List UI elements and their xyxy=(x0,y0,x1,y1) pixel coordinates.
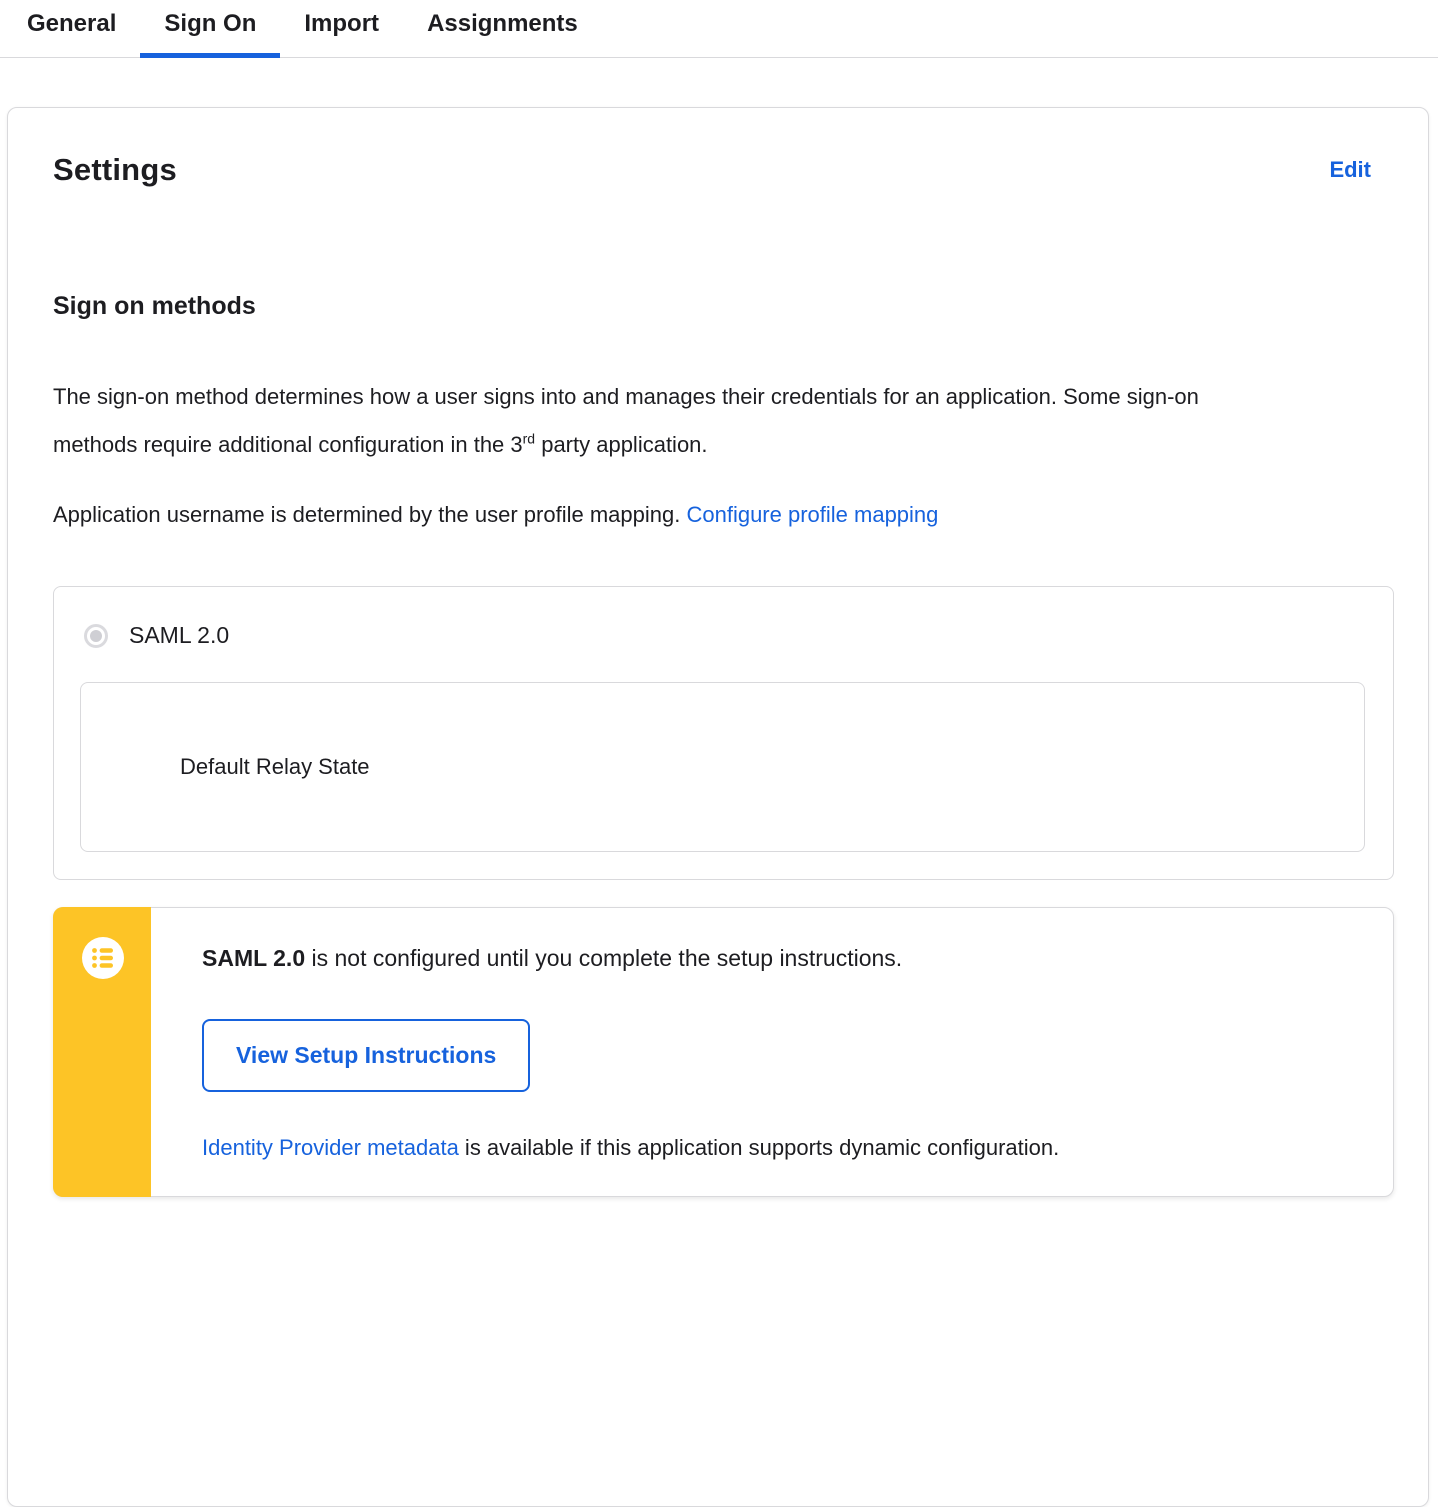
tab-general[interactable]: General xyxy=(3,0,140,57)
metadata-availability-text: is available if this application support… xyxy=(458,1135,1060,1160)
radio-dot-icon xyxy=(90,629,102,642)
app-tab-bar: General Sign On Import Assignments xyxy=(0,0,1438,58)
sign-on-methods-heading: Sign on methods xyxy=(53,292,256,320)
callout-message-text: is not configured until you complete the… xyxy=(305,945,903,971)
settings-card: Settings Edit Sign on methods The sign-o… xyxy=(7,107,1429,1507)
saml-method-box: SAML 2.0 Default Relay State xyxy=(53,586,1394,880)
username-mapping-text: Application username is determined by th… xyxy=(53,502,687,527)
view-setup-instructions-button[interactable]: View Setup Instructions xyxy=(202,1019,531,1092)
saml-radio-label: SAML 2.0 xyxy=(129,622,230,648)
settings-header: Settings Edit xyxy=(53,152,1393,188)
tab-sign-on[interactable]: Sign On xyxy=(140,0,281,58)
tab-import[interactable]: Import xyxy=(280,0,403,57)
configure-profile-mapping-link[interactable]: Configure profile mapping xyxy=(686,502,938,527)
saml-radio-row: SAML 2.0 xyxy=(84,622,1365,649)
username-mapping-note: Application username is determined by th… xyxy=(53,491,1353,539)
page-title: Settings xyxy=(53,152,177,187)
saml-not-configured-callout: SAML 2.0 is not configured until you com… xyxy=(53,907,1394,1197)
tab-assignments[interactable]: Assignments xyxy=(403,0,602,57)
description-text-2: party application. xyxy=(535,432,708,457)
identity-provider-metadata-link[interactable]: Identity Provider metadata xyxy=(202,1135,459,1160)
description-superscript: rd xyxy=(522,430,536,447)
saml-radio-button[interactable] xyxy=(84,623,108,648)
callout-message-bold: SAML 2.0 xyxy=(202,945,306,971)
default-relay-state-box: Default Relay State xyxy=(80,682,1365,852)
callout-message: SAML 2.0 is not configured until you com… xyxy=(202,943,1353,973)
list-icon xyxy=(82,937,124,979)
callout-footer: Identity Provider metadata is available … xyxy=(202,1133,1353,1163)
edit-button[interactable]: Edit xyxy=(1329,157,1371,183)
default-relay-state-label: Default Relay State xyxy=(180,754,370,779)
sign-on-methods-description: The sign-on method determines how a user… xyxy=(53,373,1248,469)
